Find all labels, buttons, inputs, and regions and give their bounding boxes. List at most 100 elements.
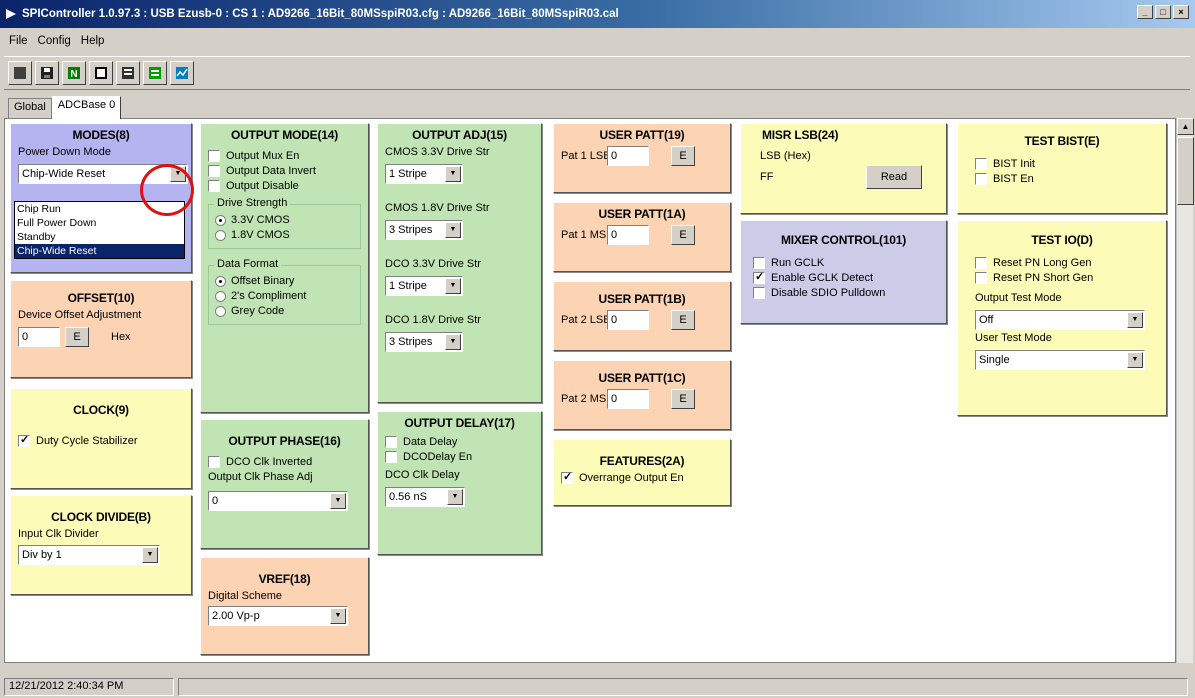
cmos-1v8-drive-str-value: 3 Stripes	[389, 224, 433, 236]
dco-3v3-drive-str-select[interactable]: 1 Stripe ▼	[385, 276, 463, 296]
offset-e-button[interactable]: E	[65, 327, 89, 347]
grey-code-radio[interactable]	[215, 305, 226, 317]
minimize-button[interactable]: _	[1137, 5, 1153, 19]
dco-clk-delay-select[interactable]: 0.56 nS ▼	[385, 487, 465, 507]
mixer-control-title: MIXER CONTROL(101)	[780, 233, 907, 247]
output-mux-en-checkbox[interactable]	[208, 150, 220, 162]
tab-global[interactable]: Global	[8, 98, 52, 118]
disable-sdio-pulldown-label: Disable SDIO Pulldown	[771, 287, 886, 299]
dropdown-arrow-icon[interactable]: ▼	[447, 489, 463, 505]
clock-panel: CLOCK(9) Duty Cycle Stabilizer	[10, 388, 192, 489]
dropdown-arrow-icon[interactable]: ▼	[445, 278, 461, 294]
window-title: SPIController 1.0.97.3 : USB Ezusb-0 : C…	[22, 8, 619, 20]
menu-file[interactable]: File	[4, 35, 33, 47]
bist-en-checkbox[interactable]	[975, 173, 987, 185]
pat-1-lsb-e-button[interactable]: E	[671, 146, 695, 166]
run-gclk-checkbox[interactable]	[753, 257, 765, 269]
duty-cycle-stabilizer-label: Duty Cycle Stabilizer	[36, 435, 138, 447]
tab-adcbase-0[interactable]: ADCBase 0	[51, 96, 122, 119]
cmos-3v3-drive-str-select[interactable]: 1 Stripe ▼	[385, 164, 463, 184]
reset-pn-short-gen-checkbox[interactable]	[975, 272, 987, 284]
data-delay-checkbox[interactable]	[385, 436, 397, 448]
dropdown-arrow-icon[interactable]: ▼	[1127, 312, 1143, 328]
dropdown-arrow-icon[interactable]: ▼	[445, 222, 461, 238]
graph-button[interactable]	[170, 61, 194, 85]
output-data-invert-label: Output Data Invert	[226, 165, 316, 177]
digital-scheme-label: Digital Scheme	[208, 590, 282, 602]
maximize-button[interactable]: □	[1155, 5, 1171, 19]
dropdown-option-full-power-down[interactable]: Full Power Down	[15, 216, 184, 230]
clock-title: CLOCK(9)	[73, 403, 129, 417]
new-button[interactable]: N	[62, 61, 86, 85]
window-button[interactable]	[89, 61, 113, 85]
dco-1v8-drive-str-select[interactable]: 3 Stripes ▼	[385, 332, 463, 352]
drive-1v8-cmos-label: 1.8V CMOS	[231, 229, 290, 241]
user-patt-19-panel: USER PATT(19) Pat 1 LSB 0 E	[553, 123, 731, 193]
drive-1v8-cmos-radio[interactable]	[215, 229, 226, 241]
twos-compliment-radio[interactable]	[215, 290, 226, 302]
pat-1-msb-e-button[interactable]: E	[671, 225, 695, 245]
offset-binary-radio[interactable]	[215, 275, 226, 287]
dco-clk-inverted-checkbox[interactable]	[208, 456, 220, 468]
bist-init-checkbox[interactable]	[975, 158, 987, 170]
export-button[interactable]	[143, 61, 167, 85]
output-clk-phase-adj-select[interactable]: 0 ▼	[208, 491, 348, 511]
dropdown-arrow-icon[interactable]: ▼	[330, 608, 346, 624]
output-test-mode-select[interactable]: Off ▼	[975, 310, 1145, 330]
input-clk-divider-select[interactable]: Div by 1 ▼	[18, 545, 160, 565]
output-data-invert-checkbox[interactable]	[208, 165, 220, 177]
dropdown-arrow-icon[interactable]: ▼	[445, 334, 461, 350]
dco-3v3-drive-str-value: 1 Stripe	[389, 280, 427, 292]
disable-sdio-pulldown-checkbox[interactable]	[753, 287, 765, 299]
dropdown-arrow-icon[interactable]: ▼	[142, 547, 158, 563]
user-test-mode-value: Single	[979, 354, 1010, 366]
menu-help[interactable]: Help	[76, 35, 110, 47]
register-button[interactable]	[116, 61, 140, 85]
overrange-output-en-checkbox[interactable]	[561, 470, 573, 484]
pat-2-lsb-label: Pat 2 LSB	[561, 314, 611, 326]
dropdown-arrow-icon[interactable]: ▼	[1127, 352, 1143, 368]
vertical-scrollbar[interactable]: ▲	[1176, 118, 1194, 663]
pat-2-msb-input[interactable]: 0	[607, 389, 649, 409]
test-bist-panel: TEST BIST(E) BIST Init BIST En	[957, 123, 1167, 214]
read-button[interactable]: Read	[866, 165, 922, 189]
offset-input[interactable]: 0	[18, 327, 60, 347]
duty-cycle-stabilizer-checkbox[interactable]	[18, 433, 30, 447]
register-icon	[122, 67, 134, 79]
drive-3v3-cmos-radio[interactable]	[215, 214, 226, 226]
pat-2-lsb-e-button[interactable]: E	[671, 310, 695, 330]
reset-pn-short-gen-label: Reset PN Short Gen	[993, 272, 1094, 284]
status-panel-empty	[178, 677, 1188, 696]
stop-button[interactable]	[8, 61, 32, 85]
scroll-up-arrow-icon[interactable]: ▲	[1177, 118, 1194, 135]
modes-title: MODES(8)	[72, 128, 130, 142]
toolbar: N	[4, 56, 1190, 90]
dropdown-option-standby[interactable]: Standby	[15, 230, 184, 244]
save-button[interactable]	[35, 61, 59, 85]
pat-1-msb-input[interactable]: 0	[607, 225, 649, 245]
pat-2-msb-label: Pat 2 MSB	[561, 393, 614, 405]
cmos-1v8-drive-str-select[interactable]: 3 Stripes ▼	[385, 220, 463, 240]
user-test-mode-select[interactable]: Single ▼	[975, 350, 1145, 370]
dropdown-option-chip-wide-reset[interactable]: Chip-Wide Reset	[15, 244, 184, 258]
menu-config[interactable]: Config	[33, 35, 76, 47]
enable-gclk-detect-checkbox[interactable]	[753, 270, 765, 284]
output-phase-title: OUTPUT PHASE(16)	[228, 434, 341, 448]
device-offset-label: Device Offset Adjustment	[18, 309, 142, 321]
dropdown-arrow-icon[interactable]: ▼	[445, 166, 461, 182]
output-disable-checkbox[interactable]	[208, 180, 220, 192]
pat-2-lsb-input[interactable]: 0	[607, 310, 649, 330]
pat-1-lsb-input[interactable]: 0	[607, 146, 649, 166]
clock-divide-panel: CLOCK DIVIDE(B) Input Clk Divider Div by…	[10, 495, 192, 595]
dropdown-arrow-icon[interactable]: ▼	[330, 493, 346, 509]
dcodelay-en-label: DCODelay En	[403, 451, 473, 463]
close-button[interactable]: ×	[1173, 5, 1189, 19]
scroll-thumb[interactable]	[1177, 137, 1194, 205]
user-patt-1b-panel: USER PATT(1B) Pat 2 LSB 0 E	[553, 281, 731, 351]
pat-2-msb-e-button[interactable]: E	[671, 389, 695, 409]
digital-scheme-select[interactable]: 2.00 Vp-p ▼	[208, 606, 348, 626]
features-panel: FEATURES(2A) Overrange Output En	[553, 439, 731, 506]
output-clk-phase-adj-label: Output Clk Phase Adj	[208, 471, 313, 483]
reset-pn-long-gen-checkbox[interactable]	[975, 257, 987, 269]
dcodelay-en-checkbox[interactable]	[385, 451, 397, 463]
